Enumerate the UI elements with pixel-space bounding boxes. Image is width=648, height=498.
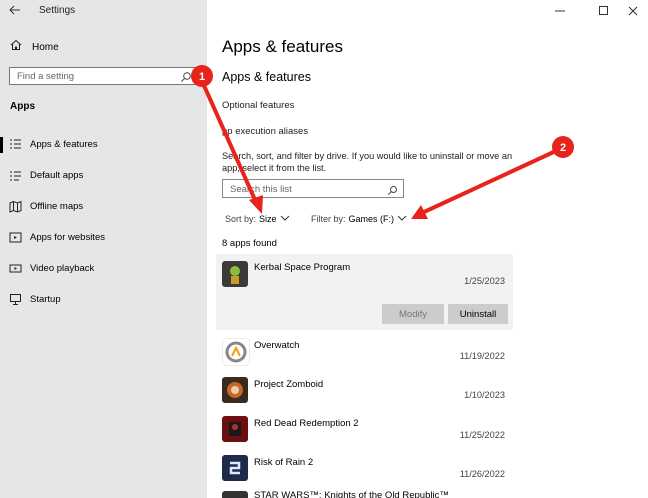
sidebar-item-label: Video playback <box>30 263 95 274</box>
kotor-app-icon <box>222 491 248 498</box>
sidebar-item-startup[interactable]: Startup <box>0 290 207 310</box>
optional-features-link[interactable]: Optional features <box>222 100 294 111</box>
indicator <box>0 292 3 308</box>
search-icon <box>180 70 192 82</box>
home-icon <box>10 38 22 56</box>
sidebar-item-label: Apps for websites <box>30 232 105 243</box>
home-label: Home <box>32 41 59 53</box>
maximize-icon[interactable] <box>598 4 610 16</box>
zomboid-app-icon <box>222 377 248 403</box>
sidebar-item-apps-websites[interactable]: Apps for websites <box>0 228 207 248</box>
app-execution-aliases-link[interactable]: pp execution aliases <box>222 126 308 137</box>
apps-count: 8 apps found <box>222 238 277 249</box>
website-icon <box>9 231 22 244</box>
indicator <box>0 168 3 184</box>
sidebar-item-default-apps[interactable]: Default apps <box>0 166 207 186</box>
page-title: Apps & features <box>222 37 343 56</box>
search-icon <box>387 183 398 196</box>
app-item-kerbal[interactable]: Kerbal Space Program 1/25/2023 Modify Un… <box>216 254 513 330</box>
app-date: 1/25/2023 <box>464 276 505 286</box>
section-title: Apps <box>10 101 35 112</box>
chevron-down-icon <box>397 214 407 224</box>
window-title: Settings <box>39 5 76 16</box>
sort-key: Sort by: <box>225 214 257 224</box>
app-date: 1/10/2023 <box>464 390 505 400</box>
close-icon[interactable] <box>627 4 639 16</box>
description-text: Search, sort, and filter by drive. If yo… <box>222 151 513 173</box>
app-date: 11/26/2022 <box>459 469 505 479</box>
app-item-rdr2[interactable]: Red Dead Redemption 2 11/25/2022 <box>216 413 513 449</box>
app-name: Risk of Rain 2 <box>254 457 314 468</box>
home-link[interactable]: Home <box>10 38 59 56</box>
app-name: STAR WARS™: Knights of the Old Republic™ <box>254 490 449 498</box>
app-item-project-zomboid[interactable]: Project Zomboid 1/10/2023 <box>216 374 513 410</box>
sidebar-item-label: Apps & features <box>30 139 98 150</box>
app-name: Red Dead Redemption 2 <box>254 418 359 429</box>
chevron-down-icon <box>280 214 290 224</box>
sidebar-item-label: Default apps <box>30 170 84 181</box>
sidebar-item-apps-features[interactable]: Apps & features <box>0 135 207 155</box>
sort-value: Size <box>259 214 277 224</box>
kerbal-app-icon <box>222 261 248 287</box>
sidebar-item-video-playback[interactable]: Video playback <box>0 259 207 279</box>
main-content: Apps & features Apps & features Optional… <box>207 0 648 498</box>
default-apps-icon <box>9 169 22 182</box>
filter-key: Filter by: <box>311 214 346 224</box>
find-setting-placeholder: Find a setting <box>17 71 75 82</box>
sidebar-item-offline-maps[interactable]: Offline maps <box>0 197 207 217</box>
uninstall-button[interactable]: Uninstall <box>448 304 508 324</box>
sidebar-item-label: Startup <box>30 294 61 305</box>
back-arrow-icon[interactable] <box>8 3 22 17</box>
app-item-overwatch[interactable]: Overwatch 11/19/2022 <box>216 335 513 371</box>
section-subtitle: Apps & features <box>222 70 311 84</box>
app-name: Project Zomboid <box>254 379 324 390</box>
video-icon <box>9 262 22 275</box>
risk-of-rain-app-icon <box>222 455 248 481</box>
filter-dropdown[interactable]: Filter by: Games (F:) <box>311 214 407 224</box>
overwatch-app-icon <box>222 338 250 366</box>
app-date: 11/25/2022 <box>459 430 505 440</box>
app-item-kotor[interactable]: STAR WARS™: Knights of the Old Republic™ <box>216 488 513 498</box>
app-name: Kerbal Space Program <box>254 262 351 273</box>
search-list-input[interactable]: Search this list <box>222 179 404 198</box>
filter-value: Games (F:) <box>348 214 395 224</box>
search-list-placeholder: Search this list <box>230 184 292 195</box>
sidebar-item-label: Offline maps <box>30 201 84 212</box>
indicator <box>0 230 3 246</box>
app-date: 11/19/2022 <box>459 351 505 361</box>
startup-icon <box>9 293 22 306</box>
app-item-risk-of-rain[interactable]: Risk of Rain 2 11/26/2022 <box>216 452 513 488</box>
indicator <box>0 199 3 215</box>
active-indicator <box>0 137 3 153</box>
list-icon <box>9 138 22 151</box>
app-name: Overwatch <box>254 340 300 351</box>
minimize-icon[interactable] <box>554 4 566 16</box>
sidebar: Settings Home Find a setting Apps Apps &… <box>0 0 207 498</box>
modify-button[interactable]: Modify <box>382 304 444 324</box>
map-icon <box>9 200 22 213</box>
find-setting-input[interactable]: Find a setting <box>9 67 197 85</box>
rdr2-app-icon <box>222 416 248 442</box>
indicator <box>0 261 3 277</box>
sort-dropdown[interactable]: Sort by: Size <box>225 214 290 224</box>
